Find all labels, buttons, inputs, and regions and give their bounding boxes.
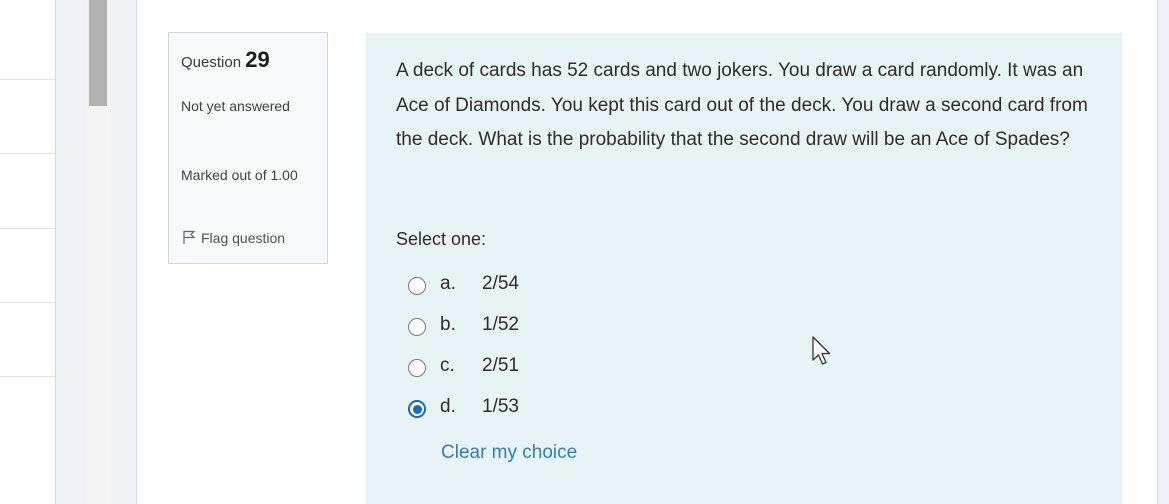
left-navigation-panel: [0, 0, 56, 504]
question-content: A deck of cards has 52 cards and two jok…: [366, 33, 1122, 504]
quiz-page: Question 29 Not yet answered Marked out …: [0, 0, 1169, 504]
answer-option-b[interactable]: b. 1/52: [408, 314, 608, 344]
answer-text: 1/52: [482, 314, 519, 335]
question-number-line: Question 29: [181, 47, 270, 73]
answer-letter: c.: [440, 355, 455, 376]
flag-question-label: Flag question: [201, 230, 286, 246]
answer-option-d[interactable]: d. 1/53: [408, 396, 608, 426]
question-number: 29: [245, 47, 270, 72]
answer-prompt: Select one:: [396, 229, 487, 249]
clear-choice-link[interactable]: Clear my choice: [441, 442, 577, 464]
nav-divider: [0, 153, 55, 154]
question-info-box: Question 29 Not yet answered Marked out …: [168, 32, 328, 264]
radio-button-a[interactable]: [408, 277, 426, 295]
nav-divider: [0, 228, 55, 229]
answer-letter: b.: [440, 314, 456, 335]
nav-divider: [0, 376, 55, 377]
answer-text: 1/53: [482, 396, 519, 417]
answer-option-c[interactable]: c. 2/51: [408, 355, 608, 385]
scrollbar-thumb[interactable]: [89, 0, 107, 106]
question-state: Not yet answered: [181, 98, 290, 114]
question-grade: Marked out of 1.00: [181, 167, 298, 183]
nav-divider: [0, 79, 55, 80]
question-label: Question: [181, 54, 242, 71]
answer-letter: a.: [440, 273, 456, 294]
radio-button-b[interactable]: [408, 318, 426, 336]
nav-divider: [0, 302, 55, 303]
flag-question-link[interactable]: Flag question: [181, 229, 285, 246]
answer-option-a[interactable]: a. 2/54: [408, 273, 608, 303]
answer-text: 2/54: [482, 273, 519, 294]
flag-icon: [183, 230, 196, 244]
radio-button-c[interactable]: [408, 359, 426, 377]
answer-text: 2/51: [482, 355, 519, 376]
answer-letter: d.: [440, 396, 456, 417]
radio-button-d[interactable]: [408, 400, 426, 418]
mouse-pointer-icon: [812, 336, 831, 365]
question-text: A deck of cards has 52 cards and two jok…: [396, 60, 1088, 150]
